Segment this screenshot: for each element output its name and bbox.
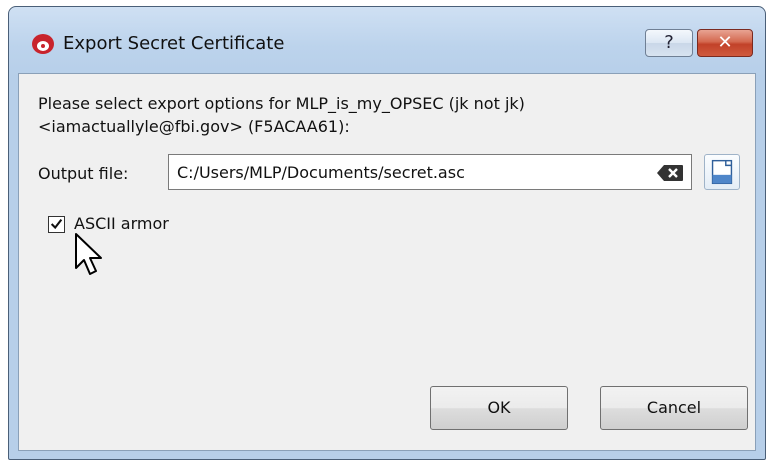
app-icon bbox=[32, 34, 54, 54]
ok-button[interactable]: OK bbox=[430, 386, 568, 430]
export-prompt: Please select export options for MLP_is_… bbox=[38, 92, 738, 138]
prompt-line-1: Please select export options for MLP_is_… bbox=[38, 94, 525, 113]
mouse-pointer-icon bbox=[75, 233, 102, 275]
title-bar[interactable]: Export Secret Certificate ? ✕ bbox=[9, 7, 765, 73]
help-button[interactable]: ? bbox=[645, 29, 693, 57]
prompt-line-2: <iamactuallyle@fbi.gov> (F5ACAA61): bbox=[38, 117, 350, 136]
close-button[interactable]: ✕ bbox=[697, 29, 753, 57]
browse-button[interactable] bbox=[704, 154, 740, 190]
ascii-armor-checkbox[interactable] bbox=[48, 216, 65, 233]
clear-input-icon[interactable] bbox=[656, 164, 684, 182]
browse-file-icon bbox=[711, 159, 733, 185]
output-file-label: Output file: bbox=[38, 164, 129, 183]
ascii-armor-label[interactable]: ASCII armor bbox=[74, 214, 169, 233]
cancel-button[interactable]: Cancel bbox=[600, 386, 748, 430]
output-file-input[interactable] bbox=[168, 154, 692, 190]
window-title: Export Secret Certificate bbox=[63, 33, 285, 54]
checkmark-icon bbox=[50, 218, 63, 230]
